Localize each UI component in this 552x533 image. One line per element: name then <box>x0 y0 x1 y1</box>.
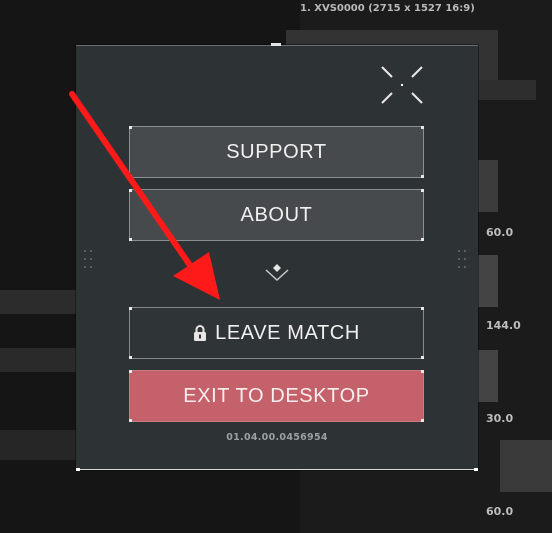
bg-value: 144.0 <box>486 319 521 332</box>
right-grip-dots <box>458 250 466 272</box>
support-label: SUPPORT <box>226 140 327 163</box>
bg-block <box>476 80 536 100</box>
leave-match-button[interactable]: LEAVE MATCH <box>129 307 424 359</box>
exit-to-desktop-label: EXIT TO DESKTOP <box>183 384 370 407</box>
about-button[interactable]: ABOUT <box>129 189 424 241</box>
bg-value: 60.0 <box>486 505 514 518</box>
chevron-down-icon <box>265 264 289 282</box>
bg-row <box>0 348 80 372</box>
leave-match-label: LEAVE MATCH <box>215 321 360 344</box>
bg-value: 30.0 <box>486 412 514 425</box>
left-grip-dots <box>84 250 92 272</box>
bg-block <box>476 160 498 212</box>
panel-top-marker <box>271 43 281 46</box>
lock-icon <box>194 325 207 341</box>
support-button[interactable]: SUPPORT <box>129 126 424 178</box>
bg-row <box>0 430 80 460</box>
bg-block <box>476 350 498 402</box>
bg-resolution-header: 1. XVS0000 (2715 x 1527 16:9) <box>300 3 475 14</box>
panel-corner-marker <box>474 468 478 471</box>
bg-row <box>0 290 80 314</box>
panel-bottom-edge <box>76 469 478 470</box>
bg-value: 60.0 <box>486 226 514 239</box>
focus-corners-icon[interactable] <box>380 65 424 105</box>
bg-block <box>476 255 498 307</box>
version-number: 01.04.00.0456954 <box>226 432 328 443</box>
exit-to-desktop-button[interactable]: EXIT TO DESKTOP <box>129 370 424 422</box>
about-label: ABOUT <box>240 203 313 226</box>
panel-corner-marker <box>76 468 80 471</box>
bg-block <box>500 440 552 492</box>
